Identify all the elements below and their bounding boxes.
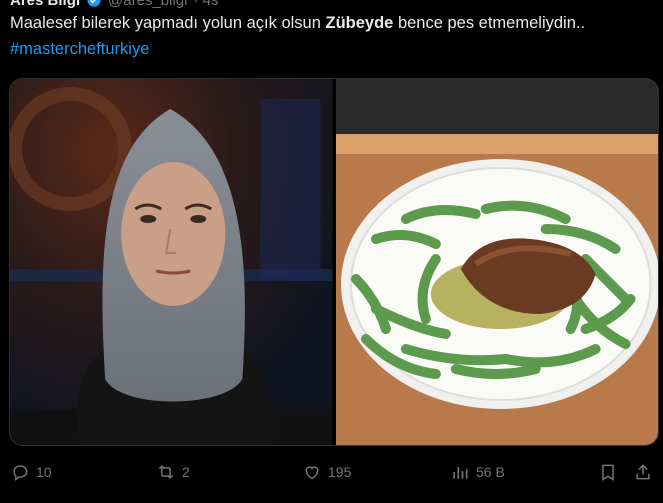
repost-icon [158,465,174,479]
reply-icon [13,465,28,481]
share-button[interactable] [633,458,653,486]
repost-button[interactable]: 2 [156,458,190,486]
tweet-text-part: Maalesef bilerek yapmadı yolun açık olsu… [10,14,326,32]
views-count: 56 B [476,464,505,480]
tweet-text-bold: Zübeyde [325,14,394,32]
contestant-portrait-image[interactable] [10,79,333,445]
reply-button[interactable]: 10 [10,458,52,486]
tweet-media[interactable] [9,78,659,446]
heart-icon [305,466,319,480]
tweet-text: Maalesef bilerek yapmadı yolun açık olsu… [10,10,650,62]
tweet-time[interactable]: · 4s [193,0,218,9]
like-button[interactable]: 195 [302,458,351,486]
verified-badge-icon [87,0,101,7]
bookmark-button[interactable] [598,458,618,486]
dish-image[interactable] [335,79,658,445]
author-name[interactable]: Ares Bilgi [10,0,80,9]
share-icon [636,464,650,480]
hashtag-link[interactable]: #masterchefturkiye [10,40,149,58]
like-count: 195 [328,464,352,480]
reply-count: 10 [36,464,52,480]
views-icon [453,467,468,479]
author-handle[interactable]: @ares_bilgi [108,0,187,9]
tweet-text-part: bence pes etmemeliydin.. [393,14,586,32]
repost-count: 2 [182,464,190,480]
tweet-actions: 10 2 195 56 B [0,458,663,486]
bookmark-icon [602,464,614,481]
tweet-header: Ares Bilgi @ares_bilgi · 4s [10,0,218,10]
views-button[interactable]: 56 B [450,458,505,486]
